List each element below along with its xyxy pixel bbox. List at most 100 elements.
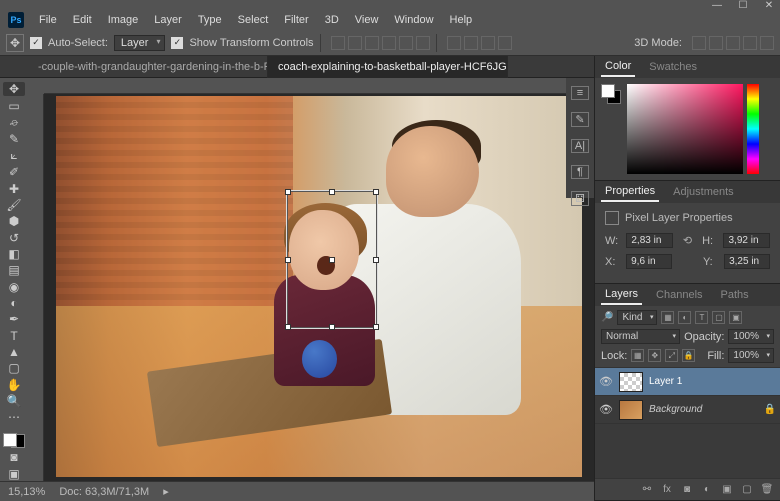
width-input[interactable]: 2,83 in	[626, 233, 673, 248]
zoom-tool[interactable]: 🔍	[3, 394, 25, 408]
menu-edit[interactable]: Edit	[66, 12, 99, 28]
eraser-tool[interactable]: ◧	[3, 247, 25, 261]
doc-size[interactable]: Doc: 63,3M/71,3M	[59, 486, 149, 498]
link-wh-icon[interactable]: ⟲	[679, 234, 696, 247]
canvas-viewport[interactable]	[44, 94, 594, 481]
color-swatches[interactable]	[3, 433, 25, 449]
align-top-icon[interactable]	[331, 36, 345, 50]
trash-icon[interactable]: 🗑	[760, 483, 774, 497]
slide-3d-icon[interactable]	[743, 36, 757, 50]
shape-tool[interactable]: ▢	[3, 361, 25, 375]
transform-handle[interactable]	[373, 324, 379, 330]
transform-handle[interactable]	[285, 189, 291, 195]
layer-row[interactable]: 👁 Background 🔒	[595, 396, 780, 424]
quick-mask-tool[interactable]: ◙	[3, 450, 25, 464]
transform-handle[interactable]	[285, 324, 291, 330]
transform-handle[interactable]	[329, 324, 335, 330]
align-vcenter-icon[interactable]	[348, 36, 362, 50]
distribute-icon[interactable]	[447, 36, 461, 50]
blend-mode-dropdown[interactable]: Normal	[601, 329, 680, 344]
distribute-icon[interactable]	[481, 36, 495, 50]
tab-layers[interactable]: Layers	[601, 285, 642, 305]
height-input[interactable]: 3,92 in	[723, 233, 770, 248]
adjustment-layer-icon[interactable]: ◐	[700, 483, 714, 497]
link-layers-icon[interactable]: ⚯	[640, 483, 654, 497]
layer-thumbnail[interactable]	[619, 400, 643, 420]
auto-select-dropdown[interactable]: Layer	[114, 35, 166, 51]
crop-tool[interactable]: ⟀	[3, 148, 25, 163]
edit-toolbar[interactable]: ⋯	[3, 410, 25, 424]
quick-select-tool[interactable]: ✎	[3, 132, 25, 146]
gradient-tool[interactable]: ▤	[3, 263, 25, 277]
align-bottom-icon[interactable]	[365, 36, 379, 50]
current-tool-icon[interactable]: ✥	[6, 34, 24, 52]
move-tool[interactable]: ✥	[3, 82, 25, 96]
filter-pixel-icon[interactable]: ▦	[661, 311, 674, 324]
tab-swatches[interactable]: Swatches	[645, 58, 701, 76]
menu-view[interactable]: View	[348, 12, 386, 28]
menu-image[interactable]: Image	[101, 12, 146, 28]
path-select-tool[interactable]: ▲	[3, 345, 25, 359]
hand-tool[interactable]: ✋	[3, 378, 25, 392]
opacity-input[interactable]: 100%	[728, 329, 774, 344]
transform-bounding-box[interactable]	[287, 191, 376, 328]
type-tool[interactable]: T	[3, 328, 25, 342]
pan-3d-icon[interactable]	[726, 36, 740, 50]
ruler-origin[interactable]	[28, 78, 44, 94]
menu-file[interactable]: File	[32, 12, 64, 28]
more-icon[interactable]	[498, 36, 512, 50]
window-close[interactable]: ✕	[762, 0, 776, 12]
brush-tool[interactable]: 🖌	[3, 198, 25, 212]
distribute-icon[interactable]	[464, 36, 478, 50]
healing-tool[interactable]: ✚	[3, 181, 25, 195]
document-tab[interactable]: coach-explaining-to-basketball-player-HC…	[268, 56, 508, 78]
foreground-color[interactable]	[601, 84, 615, 98]
transform-handle[interactable]	[329, 189, 335, 195]
dodge-tool[interactable]: ◐	[3, 296, 25, 310]
menu-layer[interactable]: Layer	[147, 12, 189, 28]
lock-all-icon[interactable]: 🔒	[682, 349, 695, 362]
layer-style-icon[interactable]: fx	[660, 483, 674, 497]
menu-3d[interactable]: 3D	[318, 12, 346, 28]
align-left-icon[interactable]	[382, 36, 396, 50]
transform-center[interactable]	[329, 257, 335, 263]
vertical-ruler[interactable]	[28, 94, 44, 481]
visibility-icon[interactable]: 👁	[599, 403, 613, 416]
menu-select[interactable]: Select	[231, 12, 276, 28]
auto-select-checkbox[interactable]: ✓	[30, 37, 42, 49]
tab-properties[interactable]: Properties	[601, 182, 659, 202]
filter-smart-icon[interactable]: ▣	[729, 311, 742, 324]
new-layer-icon[interactable]: ▢	[740, 483, 754, 497]
tab-channels[interactable]: Channels	[652, 286, 706, 304]
transform-handle[interactable]	[373, 257, 379, 263]
blur-tool[interactable]: ◉	[3, 279, 25, 293]
document-tab[interactable]: -couple-with-grandaughter-gardening-in-t…	[28, 56, 268, 78]
zoom-level[interactable]: 15,13%	[8, 486, 45, 498]
tab-paths[interactable]: Paths	[717, 286, 753, 304]
eyedropper-tool[interactable]: ✐	[3, 165, 25, 179]
layer-name[interactable]: Layer 1	[649, 376, 682, 387]
panel-swatches[interactable]	[601, 84, 621, 104]
layer-thumbnail[interactable]	[619, 372, 643, 392]
fill-input[interactable]: 100%	[728, 348, 774, 363]
screen-mode-tool[interactable]: ▣	[3, 467, 25, 481]
group-icon[interactable]: ▣	[720, 483, 734, 497]
y-input[interactable]: 3,25 in	[724, 254, 770, 269]
filter-adjust-icon[interactable]: ◐	[678, 311, 691, 324]
tab-color[interactable]: Color	[601, 57, 635, 77]
lasso-tool[interactable]: ⌮	[3, 115, 25, 130]
lock-position-icon[interactable]: ✥	[648, 349, 661, 362]
menu-help[interactable]: Help	[443, 12, 480, 28]
history-brush-tool[interactable]: ↺	[3, 230, 25, 244]
lock-artboard-icon[interactable]: ⤢	[665, 349, 678, 362]
menu-type[interactable]: Type	[191, 12, 229, 28]
transform-handle[interactable]	[285, 257, 291, 263]
window-minimize[interactable]: —	[710, 0, 724, 12]
transform-handle[interactable]	[373, 189, 379, 195]
menu-window[interactable]: Window	[387, 12, 440, 28]
color-field[interactable]	[627, 84, 743, 174]
orbit-3d-icon[interactable]	[692, 36, 706, 50]
foreground-color[interactable]	[3, 433, 17, 447]
show-transform-checkbox[interactable]: ✓	[171, 37, 183, 49]
visibility-icon[interactable]: 👁	[599, 375, 613, 388]
